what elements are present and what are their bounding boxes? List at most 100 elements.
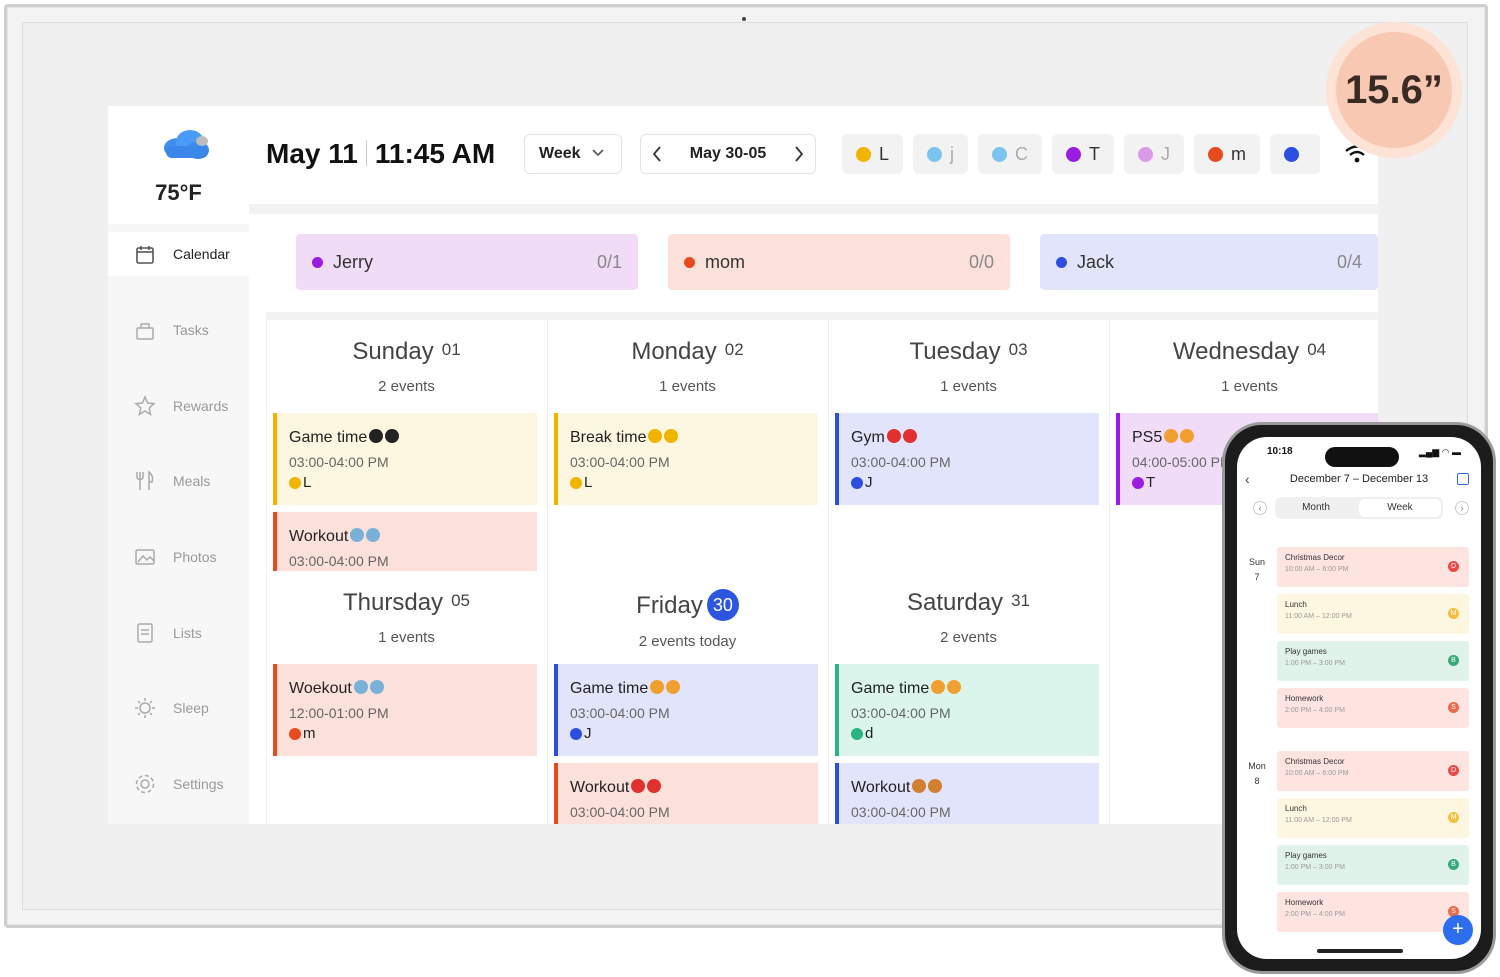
member-initial: L bbox=[879, 143, 890, 164]
phone-event-card[interactable]: Play games 1:00 PM – 3:00 PM B bbox=[1277, 641, 1469, 681]
phone-event-card[interactable]: Lunch 11:00 AM – 12:00 PM M bbox=[1277, 594, 1469, 634]
owner-color-dot bbox=[289, 476, 301, 489]
sun-icon bbox=[133, 696, 157, 720]
calendar-icon[interactable] bbox=[1457, 473, 1469, 485]
day-number: 03 bbox=[1008, 340, 1028, 359]
event-card[interactable]: Workout 03:00-04:00 PM bbox=[835, 763, 1099, 824]
star-icon bbox=[133, 394, 157, 418]
sidebar-item-rewards[interactable]: Rewards bbox=[108, 384, 249, 428]
emoji-icon bbox=[385, 429, 400, 443]
weather-widget[interactable]: 75°F bbox=[108, 106, 249, 224]
sidebar-item-tasks[interactable]: Tasks bbox=[108, 308, 249, 352]
event-owner: L bbox=[303, 474, 312, 491]
member-chip[interactable]: J bbox=[1124, 134, 1185, 174]
member-chip[interactable] bbox=[1270, 134, 1320, 174]
phone-event-card[interactable]: Play games 1:00 PM – 3:00 PM B bbox=[1277, 845, 1469, 885]
event-count: 1 events bbox=[940, 378, 997, 395]
phone-event-title: Lunch bbox=[1285, 600, 1307, 609]
event-title: Game time bbox=[570, 680, 649, 697]
event-title: Workout bbox=[851, 779, 911, 796]
sidebar-item-sleep[interactable]: Sleep bbox=[108, 686, 249, 730]
home-indicator bbox=[1317, 949, 1403, 953]
day-column[interactable]: Friday 30 2 events today Game time 03:00-04:… bbox=[547, 571, 827, 824]
emoji-icon bbox=[666, 680, 681, 694]
member-chip[interactable]: C bbox=[978, 134, 1043, 174]
event-time: 03:00-04:00 PM bbox=[851, 705, 951, 721]
emoji-icon bbox=[902, 429, 917, 443]
member-color-dot bbox=[312, 256, 323, 268]
view-select[interactable]: Week bbox=[524, 134, 622, 174]
tab-week[interactable]: Week bbox=[1359, 499, 1441, 517]
event-card[interactable]: Workout 03:00-04:00 PM bbox=[554, 763, 818, 824]
phone-event-time: 2:00 PM – 4:00 PM bbox=[1285, 707, 1345, 714]
event-card[interactable]: Game time 03:00-04:00 PM J bbox=[554, 664, 818, 756]
phone-event-title: Homework bbox=[1285, 898, 1324, 907]
phone-event-time: 10:00 AM – 6:00 PM bbox=[1285, 566, 1349, 573]
member-chip[interactable]: L bbox=[842, 134, 904, 174]
phone-event-card[interactable]: Lunch 11:00 AM – 12:00 PM M bbox=[1277, 798, 1469, 838]
event-card[interactable]: Woekout 12:00-01:00 PM m bbox=[273, 664, 537, 756]
event-time: 12:00-01:00 PM bbox=[289, 705, 389, 721]
phone-event-card[interactable]: Homework 2:00 PM – 4:00 PM S bbox=[1277, 688, 1469, 728]
tasks-icon bbox=[133, 318, 157, 342]
sidebar: 75°F Calendar Tasks Rewards Meals Photos List… bbox=[108, 106, 249, 824]
member-initial: j bbox=[950, 143, 955, 164]
event-count: 2 events today bbox=[638, 633, 737, 650]
chevron-left-icon[interactable] bbox=[651, 145, 663, 163]
phone-view-toggle: Month Week bbox=[1275, 497, 1443, 519]
chevron-right-icon[interactable] bbox=[793, 145, 805, 163]
member-chip[interactable]: m bbox=[1194, 134, 1261, 174]
sidebar-item-label: Sleep bbox=[173, 700, 209, 716]
phone-event-time: 10:00 AM – 6:00 PM bbox=[1285, 770, 1349, 777]
phone: 10:18 ▂▄▆ ◠ ▬ ‹ December 7 – December 13… bbox=[1222, 422, 1496, 974]
member-chip[interactable]: j bbox=[913, 134, 969, 174]
day-header: Friday 30 bbox=[548, 589, 827, 621]
sidebar-item-label: Calendar bbox=[173, 246, 230, 262]
sidebar-item-label: Meals bbox=[173, 473, 211, 489]
phone-event-card[interactable]: Christmas Decor 10:00 AM – 6:00 PM D bbox=[1277, 751, 1469, 791]
sidebar-item-settings[interactable]: Settings bbox=[108, 762, 249, 806]
emoji-icon bbox=[369, 429, 384, 443]
emoji-icon bbox=[650, 680, 665, 694]
calendar-screen: 75°F Calendar Tasks Rewards Meals Photos List… bbox=[108, 106, 1378, 824]
event-card[interactable]: Game time 03:00-04:00 PM L bbox=[273, 413, 537, 505]
day-column[interactable]: Tuesday 03 1 events Gym 03:00-04:00 PM J bbox=[828, 320, 1108, 571]
event-owner: J bbox=[865, 474, 873, 491]
day-column[interactable]: Monday 02 1 events Break time 03:00-04:00 PM… bbox=[547, 320, 827, 571]
day-column[interactable]: Saturday 31 2 events Game time 03:00-04:00 P… bbox=[828, 571, 1108, 824]
emoji-icon bbox=[886, 429, 901, 443]
phone-event-card[interactable]: Christmas Decor 10:00 AM – 6:00 PM D bbox=[1277, 547, 1469, 587]
current-datetime: May 11 11:45 AM bbox=[266, 138, 495, 170]
event-card[interactable]: Break time 03:00-04:00 PM L bbox=[554, 413, 818, 505]
screen-size-label: 15.6” bbox=[1336, 32, 1452, 148]
phone-event-card[interactable]: Homework 2:00 PM – 4:00 PM S bbox=[1277, 892, 1469, 932]
event-card[interactable]: Game time 03:00-04:00 PM d bbox=[835, 664, 1099, 756]
member-summary-card[interactable]: Jerry 0/1 bbox=[296, 234, 638, 290]
sidebar-item-meals[interactable]: Meals bbox=[108, 459, 249, 503]
sidebar-item-calendar[interactable]: Calendar bbox=[108, 232, 249, 276]
phone-event-time: 11:00 AM – 12:00 PM bbox=[1285, 817, 1352, 824]
phone-next-icon[interactable]: › bbox=[1455, 501, 1469, 515]
member-summary-card[interactable]: mom 0/0 bbox=[668, 234, 1010, 290]
phone-event-avatar: M bbox=[1448, 812, 1459, 823]
phone-prev-icon[interactable]: ‹ bbox=[1253, 501, 1267, 515]
emoji-icon bbox=[912, 779, 927, 793]
member-chip[interactable]: T bbox=[1052, 134, 1115, 174]
sidebar-item-label: Tasks bbox=[173, 322, 209, 338]
day-column[interactable]: Thursday 05 1 events Woekout 12:00-01:00 PM m bbox=[266, 571, 546, 824]
event-card[interactable]: Gym 03:00-04:00 PM J bbox=[835, 413, 1099, 505]
day-column[interactable]: Sunday 01 2 events Game time 03:00-04:00 PM L… bbox=[266, 320, 546, 604]
member-summary-card[interactable]: Jack 0/4 bbox=[1040, 234, 1378, 290]
task-count: 0/1 bbox=[596, 251, 622, 272]
sidebar-item-label: Rewards bbox=[173, 398, 229, 414]
add-event-button[interactable]: + bbox=[1443, 915, 1473, 945]
phone-event-title: Lunch bbox=[1285, 804, 1307, 813]
phone-event-avatar: S bbox=[1448, 702, 1459, 713]
day-number: 30 bbox=[706, 589, 739, 621]
event-title: Gym bbox=[851, 429, 885, 446]
tab-month[interactable]: Month bbox=[1275, 497, 1357, 519]
sidebar-item-lists[interactable]: Lists bbox=[108, 611, 249, 655]
utensils-icon bbox=[133, 469, 157, 493]
member-name: Jerry bbox=[333, 251, 373, 272]
sidebar-item-photos[interactable]: Photos bbox=[108, 535, 249, 579]
